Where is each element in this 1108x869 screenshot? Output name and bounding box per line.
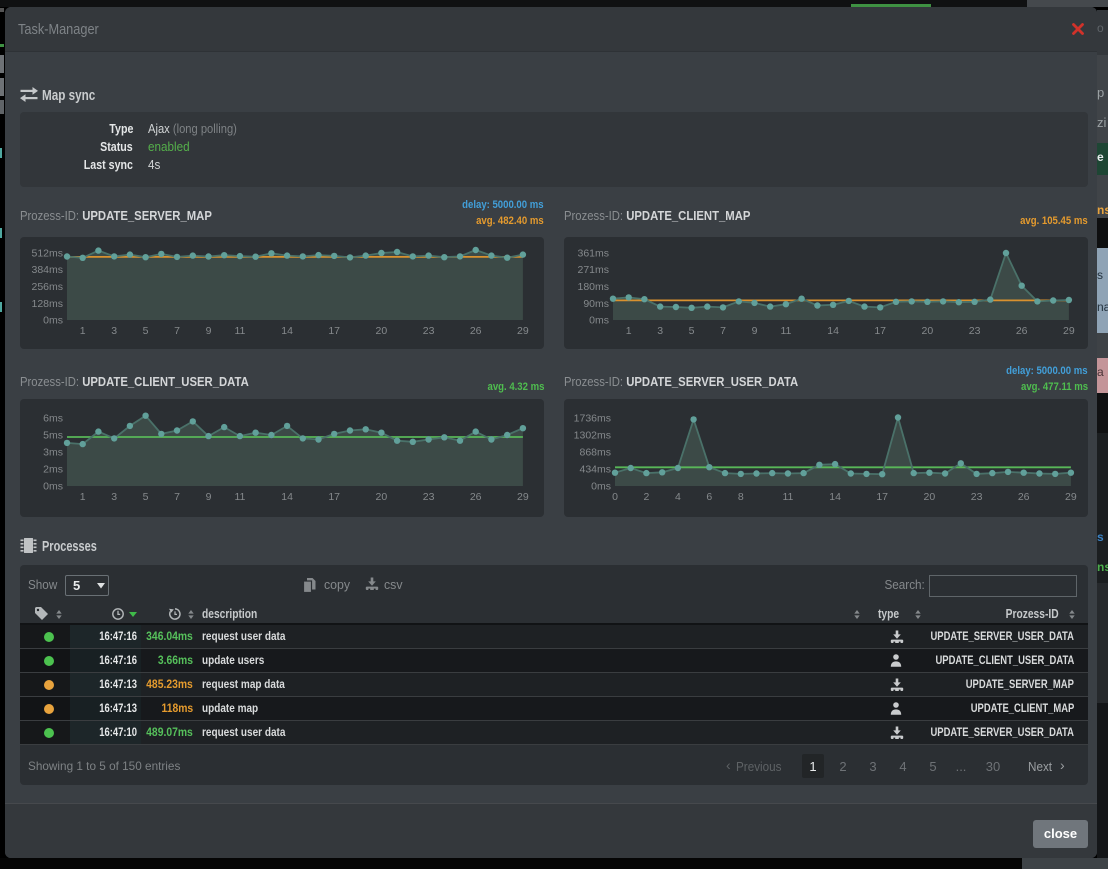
svg-text:256ms: 256ms (31, 281, 63, 293)
svg-text:9: 9 (206, 491, 212, 503)
svg-text:17: 17 (328, 325, 340, 337)
svg-text:361ms: 361ms (577, 248, 609, 260)
svg-text:17: 17 (876, 491, 888, 503)
svg-text:7: 7 (174, 325, 180, 337)
svg-text:384ms: 384ms (31, 264, 63, 276)
svg-text:512ms: 512ms (31, 248, 63, 260)
svg-text:0: 0 (612, 491, 618, 503)
svg-text:20: 20 (922, 325, 934, 337)
svg-text:11: 11 (234, 325, 245, 337)
svg-text:0ms: 0ms (591, 481, 611, 493)
svg-text:2ms: 2ms (43, 464, 63, 476)
svg-text:3: 3 (111, 491, 117, 503)
svg-text:11: 11 (234, 491, 245, 503)
svg-text:14: 14 (281, 491, 293, 503)
svg-text:180ms: 180ms (577, 281, 609, 293)
svg-text:90ms: 90ms (583, 298, 609, 310)
svg-text:26: 26 (470, 325, 482, 337)
svg-text:128ms: 128ms (31, 298, 63, 310)
svg-text:26: 26 (1016, 325, 1028, 337)
svg-text:26: 26 (1018, 491, 1030, 503)
svg-text:7: 7 (174, 491, 180, 503)
svg-text:9: 9 (752, 325, 758, 337)
svg-text:9: 9 (206, 325, 212, 337)
svg-text:23: 23 (969, 325, 981, 337)
svg-text:14: 14 (829, 491, 841, 503)
svg-text:2: 2 (643, 491, 649, 503)
svg-text:8: 8 (738, 491, 744, 503)
svg-text:26: 26 (470, 491, 482, 503)
svg-text:1: 1 (80, 325, 86, 337)
svg-text:20: 20 (376, 325, 388, 337)
svg-text:1: 1 (626, 325, 632, 337)
svg-text:3: 3 (657, 325, 663, 337)
svg-text:271ms: 271ms (577, 264, 609, 276)
svg-text:20: 20 (924, 491, 936, 503)
svg-text:14: 14 (827, 325, 839, 337)
svg-text:0ms: 0ms (589, 315, 609, 327)
svg-text:3ms: 3ms (43, 447, 63, 459)
svg-text:1: 1 (80, 491, 86, 503)
svg-text:11: 11 (780, 325, 791, 337)
svg-text:434ms: 434ms (579, 464, 611, 476)
svg-text:868ms: 868ms (579, 447, 611, 459)
svg-text:5ms: 5ms (43, 430, 63, 442)
svg-text:7: 7 (720, 325, 726, 337)
svg-text:5: 5 (143, 491, 149, 503)
svg-text:11: 11 (782, 491, 793, 503)
svg-text:23: 23 (423, 491, 435, 503)
svg-text:29: 29 (1065, 491, 1077, 503)
svg-text:5: 5 (689, 325, 695, 337)
svg-text:17: 17 (874, 325, 886, 337)
svg-text:14: 14 (281, 325, 293, 337)
svg-text:29: 29 (517, 491, 529, 503)
svg-text:29: 29 (517, 325, 529, 337)
svg-text:23: 23 (971, 491, 983, 503)
svg-text:20: 20 (376, 491, 388, 503)
svg-text:3: 3 (111, 325, 117, 337)
svg-text:6ms: 6ms (43, 413, 63, 425)
svg-text:0ms: 0ms (43, 481, 63, 493)
svg-text:1302ms: 1302ms (574, 430, 611, 442)
svg-text:23: 23 (423, 325, 435, 337)
svg-text:6: 6 (706, 491, 712, 503)
svg-text:5: 5 (143, 325, 149, 337)
svg-text:1736ms: 1736ms (574, 413, 611, 425)
svg-text:17: 17 (328, 491, 340, 503)
svg-text:29: 29 (1063, 325, 1075, 337)
svg-text:0ms: 0ms (43, 315, 63, 327)
svg-text:4: 4 (675, 491, 681, 503)
